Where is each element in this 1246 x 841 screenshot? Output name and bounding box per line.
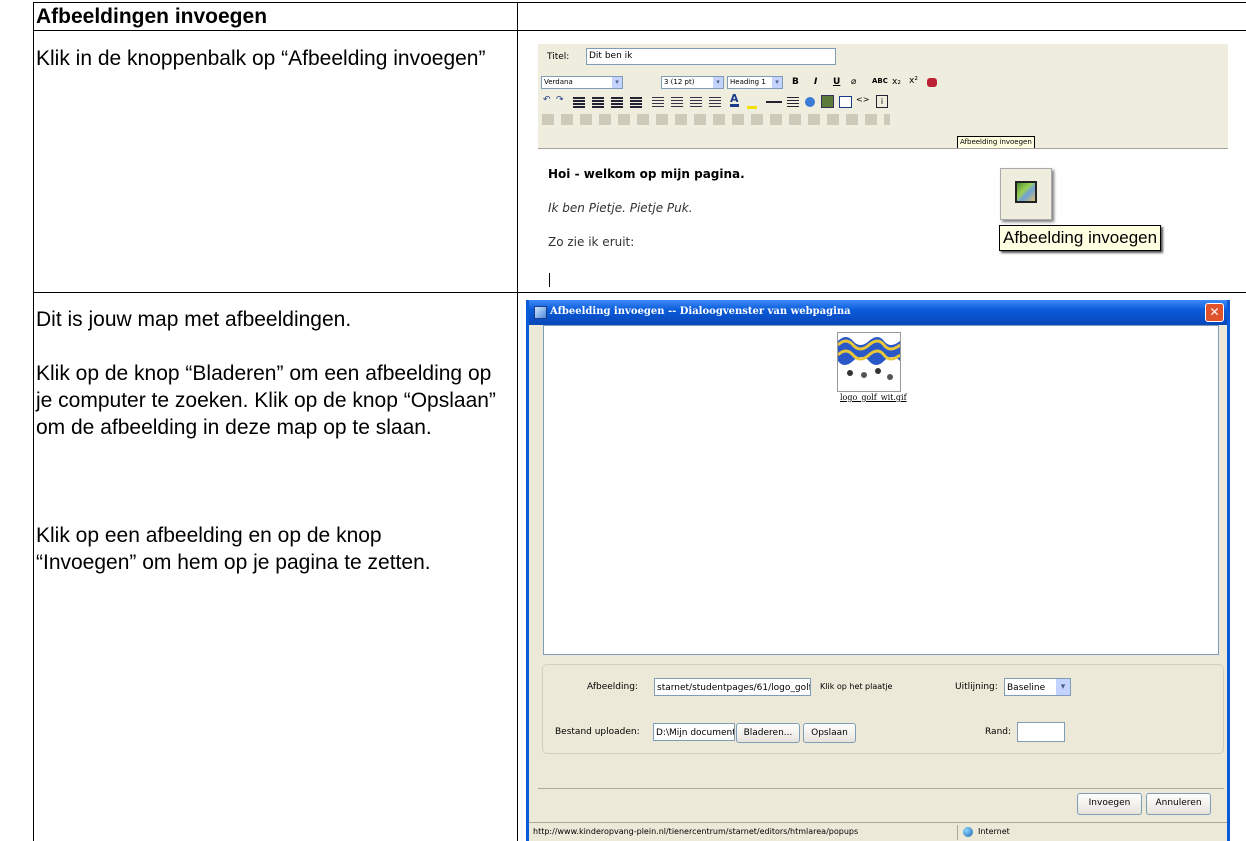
internet-zone-icon bbox=[963, 827, 973, 837]
image-label: Afbeelding: bbox=[587, 682, 638, 692]
editor-content-area[interactable]: Hoi - welkom op mijn pagina. Ik ben Piet… bbox=[538, 148, 1228, 292]
thumbnail-caption[interactable]: logo_golf_wit.gif bbox=[840, 393, 907, 402]
globe-icon[interactable] bbox=[805, 97, 815, 107]
image-hint: Klik op het plaatje bbox=[820, 682, 893, 691]
chevron-down-icon: ▾ bbox=[1056, 679, 1070, 695]
close-icon[interactable]: ✕ bbox=[1205, 303, 1224, 322]
text-cursor bbox=[549, 273, 550, 287]
border-label: Rand: bbox=[985, 727, 1012, 737]
image-browser[interactable]: logo_golf_wit.gif bbox=[543, 325, 1219, 655]
content-heading: Hoi - welkom op mijn pagina. bbox=[548, 167, 745, 181]
dialog-titlebar[interactable]: Afbeelding invoegen -- Dialoogvenster va… bbox=[529, 300, 1227, 325]
undo-icon[interactable]: ↶ bbox=[543, 95, 551, 105]
align-left-icon[interactable] bbox=[573, 97, 585, 108]
table-header-bottom-border bbox=[33, 30, 1246, 31]
underline-icon[interactable]: U bbox=[833, 77, 840, 87]
content-italic-line: Ik ben Pietje. Pietje Puk. bbox=[548, 201, 693, 215]
image-thumbnail[interactable] bbox=[837, 332, 901, 392]
dialog-window: Afbeelding invoegen -- Dialoogvenster va… bbox=[526, 300, 1230, 841]
about-icon[interactable]: i bbox=[876, 95, 888, 108]
align-select[interactable]: Baseline ▾ bbox=[1004, 678, 1071, 696]
font-select[interactable]: Verdana ▾ bbox=[541, 76, 623, 89]
button-separator bbox=[538, 788, 1224, 789]
zoom-tooltip: Afbeelding invoegen bbox=[999, 225, 1162, 251]
clean-icon[interactable] bbox=[927, 78, 937, 87]
status-divider bbox=[957, 825, 958, 840]
bold-icon[interactable]: B bbox=[792, 77, 799, 87]
browse-button[interactable]: Bladeren... bbox=[736, 723, 800, 743]
table-header: Afbeeldingen invoegen bbox=[36, 5, 268, 28]
ordered-list-icon[interactable] bbox=[652, 97, 664, 108]
align-justify-icon[interactable] bbox=[630, 97, 642, 108]
content-line3: Zo zie ik eruit: bbox=[548, 235, 635, 249]
wave-logo-icon bbox=[838, 337, 900, 380]
image-path-input[interactable]: starnet/studentpages/61/logo_golf_wit.gi… bbox=[654, 678, 811, 696]
chevron-down-icon: ▾ bbox=[612, 77, 622, 88]
insert-table-icon[interactable] bbox=[839, 96, 852, 108]
link-icon[interactable] bbox=[787, 97, 799, 108]
redo-icon[interactable]: ↷ bbox=[556, 95, 564, 105]
chevron-down-icon: ▾ bbox=[772, 77, 782, 88]
editor-screenshot: Titel: Dit ben ik Verdana ▾ 3 (12 pt) ▾ He… bbox=[538, 44, 1228, 292]
spellcheck-icon[interactable]: ABC bbox=[872, 77, 888, 85]
upload-file-input[interactable]: D:\Mijn documenten\Klar bbox=[653, 723, 735, 741]
dialog-title: Afbeelding invoegen -- Dialoogvenster va… bbox=[550, 306, 851, 317]
font-color-icon[interactable]: A bbox=[730, 93, 739, 107]
table-left-border bbox=[33, 2, 34, 841]
row1-instruction: Klik in de knoppenbalk op “Afbeelding in… bbox=[36, 47, 486, 70]
superscript-icon[interactable]: x² bbox=[909, 76, 918, 86]
upload-label: Bestand uploaden: bbox=[555, 727, 640, 737]
status-url: http://www.kinderopvang-plein.nl/tienerc… bbox=[533, 827, 859, 836]
horizontal-rule-icon[interactable] bbox=[766, 101, 782, 103]
cancel-button[interactable]: Annuleren bbox=[1146, 793, 1211, 815]
insert-image-zoom-icon[interactable] bbox=[1015, 181, 1037, 203]
subscript-icon[interactable]: x₂ bbox=[892, 77, 901, 87]
insert-button[interactable]: Invoegen bbox=[1077, 793, 1142, 815]
source-icon[interactable]: <> bbox=[856, 95, 869, 104]
insert-image-icon[interactable] bbox=[821, 95, 834, 108]
table-row1-bottom-border bbox=[33, 292, 1246, 293]
table-tools-disabled bbox=[542, 114, 890, 125]
size-select[interactable]: 3 (12 pt) ▾ bbox=[661, 76, 724, 89]
border-input[interactable] bbox=[1017, 722, 1065, 742]
align-label: Uitlijning: bbox=[955, 682, 998, 692]
title-input[interactable]: Dit ben ik bbox=[586, 48, 836, 65]
align-right-icon[interactable] bbox=[611, 97, 623, 108]
chevron-down-icon: ▾ bbox=[713, 77, 723, 88]
table-column-divider bbox=[517, 2, 518, 841]
indent-icon[interactable] bbox=[709, 97, 721, 108]
outdent-icon[interactable] bbox=[690, 97, 702, 108]
save-button[interactable]: Opslaan bbox=[803, 723, 856, 743]
highlight-icon[interactable] bbox=[747, 96, 757, 109]
properties-group: Afbeelding: starnet/studentpages/61/logo… bbox=[542, 664, 1224, 754]
heading-select[interactable]: Heading 1 ▾ bbox=[727, 76, 783, 89]
row2-paragraph-1: Dit is jouw map met afbeeldingen. bbox=[36, 308, 352, 331]
status-zone: Internet bbox=[978, 827, 1010, 836]
italic-icon[interactable]: I bbox=[814, 77, 817, 87]
row2-paragraph-2: Klik op de knop “Bladeren” om een afbeel… bbox=[36, 362, 496, 439]
status-bar: http://www.kinderopvang-plein.nl/tienerc… bbox=[529, 822, 1227, 841]
row2-paragraph-3: Klik op een afbeelding en op de knop “In… bbox=[36, 524, 431, 574]
eraser-icon[interactable]: ⌀ bbox=[851, 77, 856, 87]
dialog-app-icon bbox=[534, 306, 547, 319]
title-label: Titel: bbox=[547, 52, 570, 62]
align-center-icon[interactable] bbox=[592, 97, 604, 108]
unordered-list-icon[interactable] bbox=[671, 97, 683, 108]
